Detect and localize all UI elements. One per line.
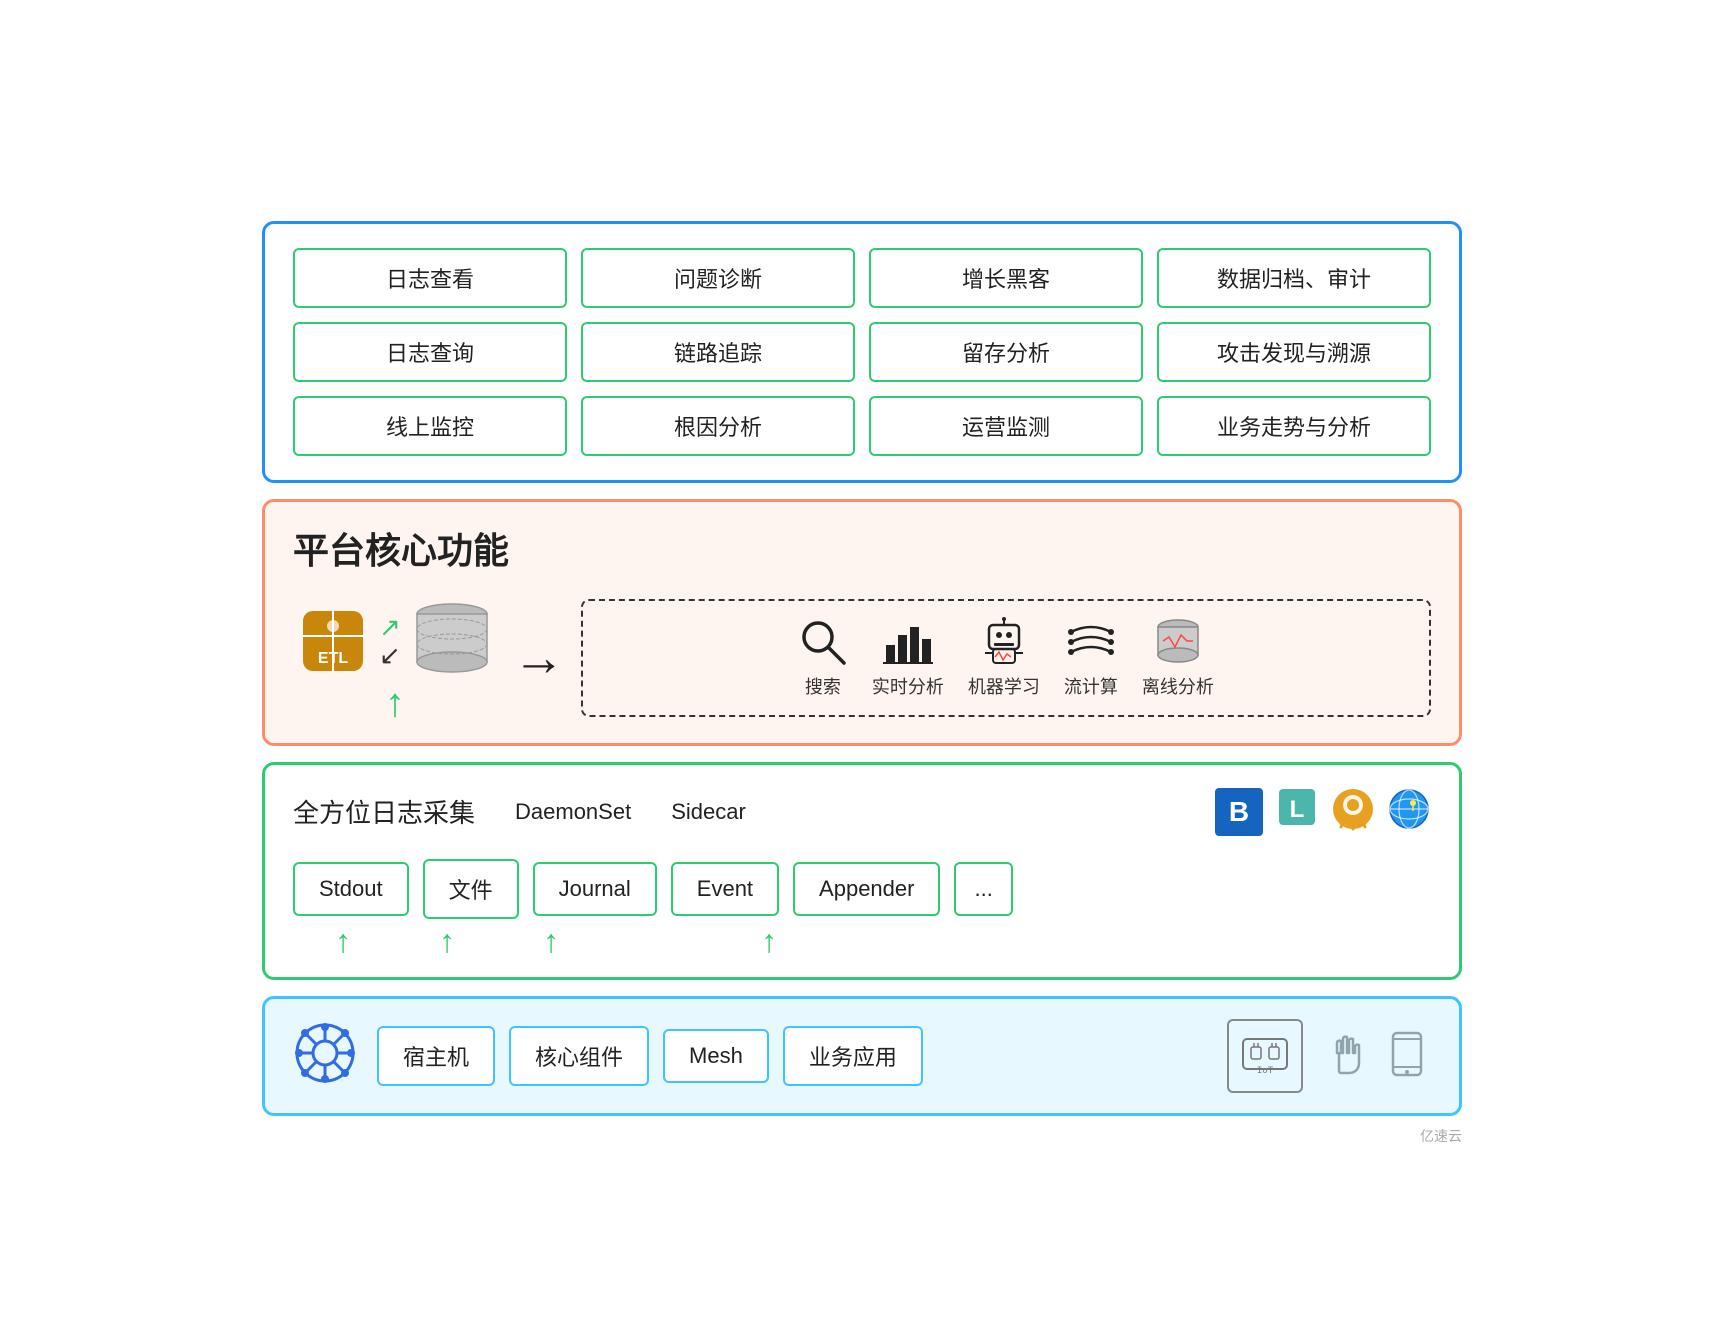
collection-title: 全方位日志采集 <box>293 793 475 830</box>
arrow-up-appender: ↑ <box>709 925 829 957</box>
logo-logstash: L <box>1275 785 1319 839</box>
source-journal: Journal <box>533 862 657 916</box>
bottom-host: 宿主机 <box>377 1026 495 1086</box>
use-case-6: 链路追踪 <box>581 322 855 382</box>
watermark: 亿速云 <box>1420 1126 1462 1146</box>
robot-icon <box>979 617 1029 667</box>
use-case-2: 问题诊断 <box>581 248 855 308</box>
use-case-8: 攻击发现与溯源 <box>1157 322 1431 382</box>
use-case-3: 增长黑客 <box>869 248 1143 308</box>
use-case-4: 数据归档、审计 <box>1157 248 1431 308</box>
svg-text:L: L <box>1290 796 1305 823</box>
source-file-col: 文件 <box>423 859 519 919</box>
source-more-col: ... <box>954 862 1012 916</box>
source-event-col: Event <box>671 862 779 916</box>
svg-text:IoT: IoT <box>1257 1066 1274 1076</box>
logo-globe <box>1387 787 1431 836</box>
use-case-grid: 日志查看 问题诊断 增长黑客 数据归档、审计 日志查询 链路追踪 留存分析 攻击… <box>293 248 1431 456</box>
arrow-up-stdout: ↑ <box>293 925 393 957</box>
bottom-app: 业务应用 <box>783 1026 923 1086</box>
use-case-7: 留存分析 <box>869 322 1143 382</box>
analysis-offline: 离线分析 <box>1142 617 1214 699</box>
source-event: Event <box>671 862 779 916</box>
big-right-arrow: → <box>513 628 565 688</box>
ml-label: 机器学习 <box>968 673 1040 699</box>
use-case-1: 日志查看 <box>293 248 567 308</box>
etl-arrows: ↗ ↙ <box>379 614 401 668</box>
collection-header: 全方位日志采集 DaemonSet Sidecar B L <box>293 785 1431 839</box>
etl-group: ETL ↗ ↙ <box>293 594 497 723</box>
phone-icon <box>1383 1029 1431 1082</box>
source-stdout-col: Stdout <box>293 862 409 916</box>
bottom-core: 核心组件 <box>509 1026 649 1086</box>
analysis-box: 搜索 实时分析 <box>581 599 1431 717</box>
bottom-logos: IoT <box>1227 1019 1431 1093</box>
logo-honey <box>1331 787 1375 836</box>
barchart-icon <box>883 617 933 667</box>
use-cases-section: 日志查看 问题诊断 增长黑客 数据归档、审计 日志查询 链路追踪 留存分析 攻击… <box>262 221 1462 483</box>
offline-db-icon <box>1153 617 1203 667</box>
source-with-arrows: Stdout 文件 Journal Event Appender ... <box>293 859 1431 919</box>
main-diagram: 日志查看 问题诊断 增长黑客 数据归档、审计 日志查询 链路追踪 留存分析 攻击… <box>262 221 1462 1116</box>
source-appender-col: Appender <box>793 862 940 916</box>
source-file: 文件 <box>423 859 519 919</box>
analysis-realtime: 实时分析 <box>872 617 944 699</box>
analysis-stream: 流计算 <box>1064 617 1118 699</box>
etl-icon: ETL <box>293 601 373 681</box>
sidecar-label: Sidecar <box>671 799 746 825</box>
bottom-mesh: Mesh <box>663 1029 769 1083</box>
collection-logos: B L <box>1215 785 1431 839</box>
touch-icon <box>1319 1029 1367 1082</box>
daemon-label: DaemonSet <box>515 799 631 825</box>
source-dots: ... <box>954 862 1012 916</box>
source-stdout: Stdout <box>293 862 409 916</box>
use-case-11: 运营监测 <box>869 396 1143 456</box>
source-appender: Appender <box>793 862 940 916</box>
arrow-up-file: ↑ <box>407 925 487 957</box>
analysis-icons: 搜索 实时分析 <box>798 617 1214 699</box>
platform-title: 平台核心功能 <box>293 522 1431 574</box>
search-icon <box>798 617 848 667</box>
realtime-label: 实时分析 <box>872 673 944 699</box>
iot-icon: IoT <box>1227 1019 1303 1093</box>
database-icon <box>407 594 497 689</box>
use-case-12: 业务走势与分析 <box>1157 396 1431 456</box>
green-up-arrow-platform: ↑ <box>385 683 405 723</box>
stream-icon <box>1066 617 1116 667</box>
bottom-items: 宿主机 核心组件 Mesh 业务应用 <box>377 1026 1207 1086</box>
platform-inner: ETL ↗ ↙ <box>293 594 1431 723</box>
use-case-5: 日志查询 <box>293 322 567 382</box>
arrow-right: ↗ <box>379 614 401 640</box>
collection-section: 全方位日志采集 DaemonSet Sidecar B L <box>262 762 1462 980</box>
k8s-helm-icon <box>293 1021 357 1090</box>
source-journal-col: Journal <box>533 862 657 916</box>
arrow-up-journal: ↑ <box>501 925 601 957</box>
arrow-left: ↙ <box>379 642 401 668</box>
analysis-search: 搜索 <box>798 617 848 699</box>
offline-label: 离线分析 <box>1142 673 1214 699</box>
analysis-ml: 机器学习 <box>968 617 1040 699</box>
platform-section: 平台核心功能 ETL <box>262 499 1462 746</box>
up-arrows-row: ↑ ↑ ↑ ↑ <box>293 919 1431 957</box>
bottom-section: 宿主机 核心组件 Mesh 业务应用 IoT <box>262 996 1462 1116</box>
stream-label: 流计算 <box>1064 673 1118 699</box>
search-label: 搜索 <box>805 673 841 699</box>
source-items: Stdout 文件 Journal Event Appender ... <box>293 859 1431 919</box>
use-case-10: 根因分析 <box>581 396 855 456</box>
use-case-9: 线上监控 <box>293 396 567 456</box>
svg-text:ETL: ETL <box>318 650 348 667</box>
logo-b: B <box>1215 788 1263 836</box>
